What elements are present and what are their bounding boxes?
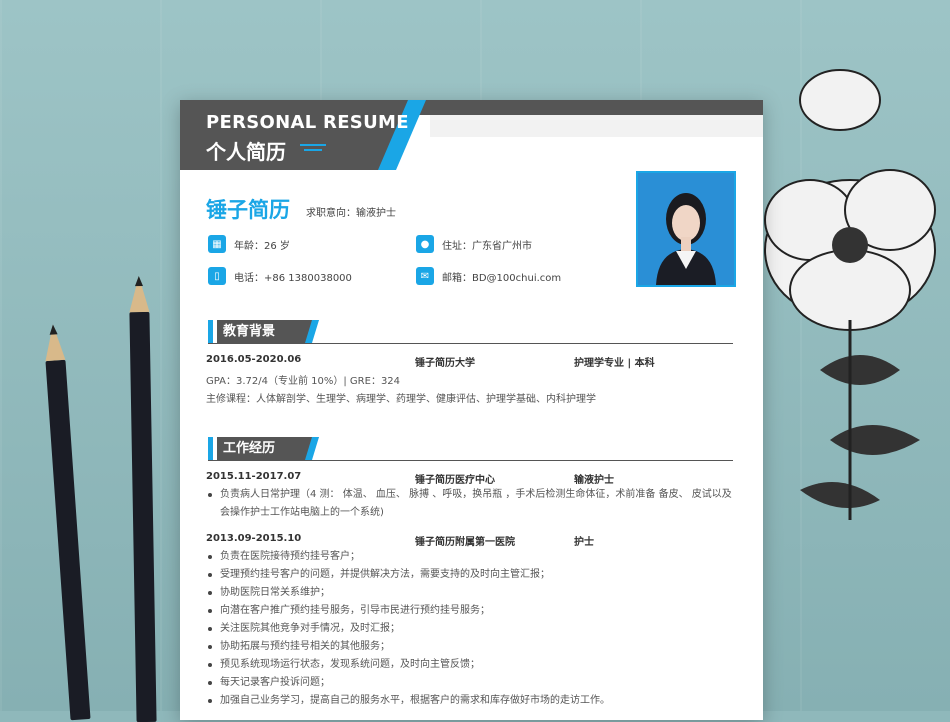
- list-item: 受理预约挂号客户的问题，并提供解决方法，需要支持的及时向主管汇报；: [206, 566, 734, 584]
- list-item: 加强自己业务学习，提高自己的服务水平，根据客户的需求和库存做好市场的走访工作。: [206, 692, 734, 710]
- title-english: PERSONAL RESUME: [206, 112, 409, 133]
- job-1-company: 锤子简历医疗中心: [415, 475, 495, 486]
- info-email: ✉ 邮箱：BD@100chui.com: [416, 267, 561, 285]
- title-accent-line-2: [304, 149, 322, 151]
- education-major: 护理学专业 | 本科: [574, 358, 655, 369]
- job-2-period: 2013.09-2015.10: [206, 533, 302, 544]
- job-2-company: 锤子简历附属第一医院: [415, 537, 515, 548]
- profile-photo: [636, 171, 736, 287]
- education-school: 锤子简历大学: [415, 358, 475, 369]
- location-icon: ●: [416, 235, 434, 253]
- info-phone: ▯ 电话：+86 1380038000: [208, 267, 352, 285]
- list-item: 负责病人日常护理（4 测： 体温、 血压、 脉搏 、呼吸，换吊瓶 ，手术后检测生…: [206, 486, 734, 522]
- work-heading: 工作经历: [217, 437, 319, 460]
- list-item: 负责在医院接待预约挂号客户；: [206, 548, 734, 566]
- list-item: 协助拓展与预约挂号相关的其他服务；: [206, 638, 734, 656]
- phone-icon: ▯: [208, 267, 226, 285]
- education-period: 2016.05-2020.06: [206, 354, 302, 365]
- mail-icon: ✉: [416, 267, 434, 285]
- list-item: 预见系统现场运行状态，发现系统问题，及时向主管反馈；: [206, 656, 734, 674]
- job-1-position: 输液护士: [574, 475, 614, 486]
- list-item: 关注医院其他竞争对手情况，及时汇报；: [206, 620, 734, 638]
- education-gpa: GPA：3.72/4（专业前 10%）| GRE：324: [206, 376, 401, 387]
- list-item: 协助医院日常关系维护；: [206, 584, 734, 602]
- email-text: 邮箱：BD@100chui.com: [442, 272, 562, 284]
- job-1-period: 2015.11-2017.07: [206, 471, 302, 482]
- section-education: 教育背景: [208, 320, 733, 344]
- age-text: 年龄：26 岁: [234, 240, 290, 252]
- section-work: 工作经历: [208, 437, 733, 461]
- title-accent-line: [300, 144, 326, 146]
- info-age: ▦ 年龄：26 岁: [208, 235, 290, 253]
- title-chinese: 个人简历: [206, 140, 286, 164]
- flower-decoration: [764, 69, 936, 520]
- calendar-icon: ▦: [208, 235, 226, 253]
- job-intent: 求职意向：输液护士: [306, 208, 396, 219]
- address-text: 住址：广东省广州市: [442, 240, 532, 252]
- job-2-duties: 负责在医院接待预约挂号客户； 受理预约挂号客户的问题，并提供解决方法，需要支持的…: [206, 548, 734, 710]
- list-item: 向潜在客户推广预约挂号服务，引导市民进行预约挂号服务；: [206, 602, 734, 620]
- education-courses: 主修课程：人体解剖学、生理学、病理学、药理学、健康评估、护理学基础、内科护理学: [206, 394, 596, 405]
- phone-text: 电话：+86 1380038000: [234, 272, 352, 284]
- info-address: ● 住址：广东省广州市: [416, 235, 532, 253]
- education-heading: 教育背景: [217, 320, 319, 343]
- resume-page: PERSONAL RESUME 个人简历 锤子简历 求职意向：输液护士 ▦ 年龄…: [180, 100, 763, 720]
- job-2-position: 护士: [574, 537, 594, 548]
- job-1-duties: 负责病人日常护理（4 测： 体温、 血压、 脉搏 、呼吸，换吊瓶 ，手术后检测生…: [206, 486, 734, 522]
- list-item: 每天记录客户投诉问题；: [206, 674, 734, 692]
- candidate-name: 锤子简历: [206, 198, 290, 222]
